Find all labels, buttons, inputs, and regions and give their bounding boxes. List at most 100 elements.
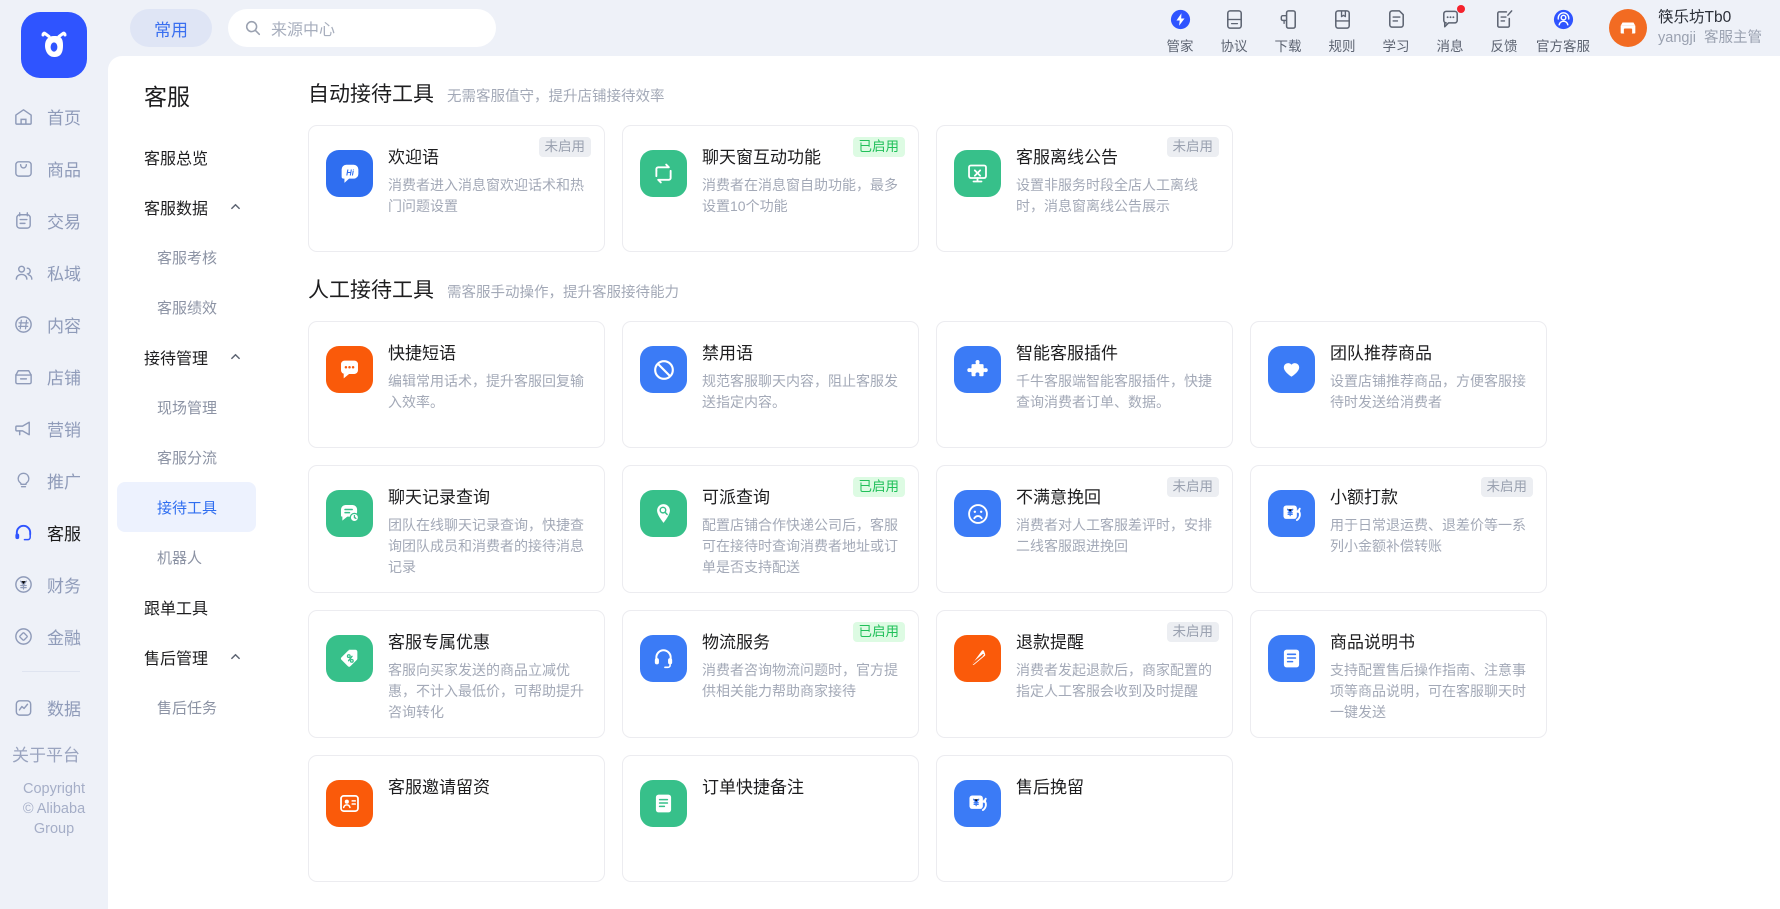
card-title: 客服邀请留资	[388, 778, 490, 797]
card-body: 聊天窗互动功能 消费者在消息窗自助功能，最多设置10个功能	[702, 143, 901, 237]
sidebar-item-金融[interactable]: 金融	[0, 610, 108, 662]
subnav-item-label: 跟单工具	[144, 601, 209, 618]
sidebar-item-推广[interactable]: 推广	[0, 454, 108, 506]
header-tool-下载[interactable]: 下载	[1261, 2, 1315, 55]
subnav-item-机器人[interactable]: 机器人	[108, 532, 265, 582]
sidebar-item-首页[interactable]: 首页	[0, 90, 108, 142]
fund-diamond-icon	[12, 625, 34, 647]
frequent-tab-button[interactable]: 常用	[130, 9, 212, 47]
headset-icon	[12, 521, 34, 543]
tool-card-不满意挽回[interactable]: 未启用 不满意挽回 消费者对人工客服差评时，安排二线客服跟进挽回	[936, 465, 1233, 593]
tool-card-可派查询[interactable]: 已启用 可派查询 配置店铺合作快递公司后，客服可在接待时查询消费者地址或订单是否支持…	[622, 465, 919, 593]
card-title: 禁用语	[702, 344, 753, 363]
card-title: 订单快捷备注	[702, 778, 804, 797]
chevron-up-icon[interactable]	[230, 652, 241, 663]
sidebar-item-客服[interactable]: 客服	[0, 506, 108, 558]
card-title: 客服专属优惠	[388, 633, 490, 652]
card-title: 聊天记录查询	[388, 488, 490, 507]
sidebar-item-label: 商品	[47, 160, 81, 180]
card-body: 小额打款 用于日常退运费、退差价等一系列小金额补偿转账	[1330, 483, 1529, 578]
tool-card-商品说明书[interactable]: 商品说明书 支持配置售后操作指南、注意事项等商品说明，可在客服聊天时一键发送	[1250, 610, 1547, 738]
header-tool-反馈[interactable]: 反馈	[1477, 2, 1531, 55]
subnav-item-客服绩效[interactable]: 客服绩效	[108, 282, 265, 332]
sidebar-item-商品[interactable]: 商品	[0, 142, 108, 194]
subnav-item-接待管理[interactable]: 接待管理	[108, 332, 265, 382]
chevron-up-icon[interactable]	[230, 202, 241, 213]
tool-card-客服邀请留资[interactable]: 客服邀请留资	[308, 755, 605, 882]
card-body: 退款提醒 消费者发起退款后，商家配置的指定人工客服会收到及时提醒	[1016, 628, 1215, 723]
section-header: 人工接待工具 需客服手动操作，提升客服接待能力	[308, 274, 1780, 304]
subnav-item-客服考核[interactable]: 客服考核	[108, 232, 265, 282]
card-description: 消费者在消息窗自助功能，最多设置10个功能	[702, 177, 898, 214]
sidebar-item-财务[interactable]: 财务	[0, 558, 108, 610]
tool-card-客服离线公告[interactable]: 未启用 客服离线公告 设置非服务时段全店人工离线时，消息窗离线公告展示	[936, 125, 1233, 252]
chevron-up-icon[interactable]	[230, 352, 241, 363]
rules-book-icon	[1331, 8, 1354, 32]
subnav-item-label: 客服绩效	[157, 299, 218, 317]
secondary-sidebar: 客服 客服总览 客服数据 客服考核 客服绩效 接待管理 现场管理 客服分流 接待工具 机器人 跟单…	[108, 56, 265, 909]
tool-card-欢迎语[interactable]: 未启用 Hi 欢迎语 消费者进入消息窗欢迎话术和热门问题设置	[308, 125, 605, 252]
subnav-item-客服数据[interactable]: 客服数据	[108, 182, 265, 232]
top-header: 常用 来源中心 管家 协议 下载 规则 学习 消息 反馈 官方客服 筷乐坊Tb0…	[108, 0, 1780, 56]
tool-card-订单快捷备注[interactable]: 订单快捷备注	[622, 755, 919, 882]
header-tool-协议[interactable]: 协议	[1207, 2, 1261, 55]
card-title: 智能客服插件	[1016, 344, 1118, 363]
card-description: 消费者咨询物流问题时，官方提供相关能力帮助商家接待	[702, 662, 898, 699]
tool-card-禁用语[interactable]: 禁用语规范客服聊天内容，阻止客服发送指定内容。	[622, 321, 919, 448]
search-input[interactable]: 来源中心	[228, 9, 496, 47]
subnav-item-label: 现场管理	[157, 399, 218, 417]
content-hash-icon	[12, 313, 34, 335]
sidebar-item-交易[interactable]: 交易	[0, 194, 108, 246]
subnav-item-label: 客服考核	[157, 249, 218, 267]
tool-card-智能客服插件[interactable]: 智能客服插件 千牛客服端智能客服插件，快捷查询消费者订单、数据。	[936, 321, 1233, 448]
header-tool-管家[interactable]: 管家	[1153, 2, 1207, 55]
svg-text:Hi: Hi	[346, 168, 355, 177]
card-description: 规范客服聊天内容，阻止客服发送指定内容。	[702, 373, 898, 410]
header-tool-规则[interactable]: 规则	[1315, 2, 1369, 55]
card-description: 团队在线聊天记录查询，快捷查询团队成员和消费者的接待消息记录	[388, 517, 584, 575]
subnav-item-售后管理[interactable]: 售后管理	[108, 632, 265, 682]
hi-bubble-icon: Hi	[326, 150, 373, 197]
sidebar-item-营销[interactable]: 营销	[0, 402, 108, 454]
subnav-item-label: 售后管理	[144, 651, 209, 668]
ox-head-logo-icon[interactable]	[21, 12, 87, 78]
tool-card-售后挽留[interactable]: 售后挽留	[936, 755, 1233, 882]
subnav-item-现场管理[interactable]: 现场管理	[108, 382, 265, 432]
tool-card-客服专属优惠[interactable]: 客服专属优惠 客服向买家发送的商品立减优惠，不计入最低价，可帮助提升咨询转化	[308, 610, 605, 738]
sidebar-item-数据[interactable]: 数据	[0, 681, 108, 733]
tool-card-快捷短语[interactable]: 快捷短语 编辑常用话术，提升客服回复输入效率。	[308, 321, 605, 448]
secondary-nav-list: 客服总览 客服数据客服考核客服绩效接待管理现场管理客服分流 接待工具 机器人跟单工具售…	[108, 132, 265, 732]
tool-card-聊天记录查询[interactable]: 聊天记录查询团队在线聊天记录查询，快捷查询团队成员和消费者的接待消息记录	[308, 465, 605, 593]
subnav-item-客服总览[interactable]: 客服总览	[108, 132, 265, 182]
sidebar-item-店铺[interactable]: 店铺	[0, 350, 108, 402]
subnav-item-跟单工具[interactable]: 跟单工具	[108, 582, 265, 632]
tool-card-退款提醒[interactable]: 未启用 退款提醒 消费者发起退款后，商家配置的指定人工客服会收到及时提醒	[936, 610, 1233, 738]
finance-yen-icon	[12, 573, 34, 595]
tool-card-物流服务[interactable]: 已启用 物流服务 消费者咨询物流问题时，官方提供相关能力帮助商家接待	[622, 610, 919, 738]
header-tool-label: 规则	[1328, 38, 1356, 54]
header-tool-学习[interactable]: 学习	[1369, 2, 1423, 55]
subnav-item-接待工具[interactable]: 接待工具	[117, 482, 256, 532]
sidebar-item-about-platform[interactable]: 关于平台	[0, 733, 108, 773]
card-body: 客服离线公告 设置非服务时段全店人工离线时，消息窗离线公告展示	[1016, 143, 1215, 237]
sidebar-item-私域[interactable]: 私域	[0, 246, 108, 298]
header-tool-消息[interactable]: 消息	[1423, 2, 1477, 55]
profile-shop-name: 筷乐坊Tb0	[1658, 9, 1732, 27]
content-panel: 客服 客服总览 客服数据 客服考核 客服绩效 接待管理 现场管理 客服分流 接待工具 机器人 跟单…	[108, 56, 1780, 909]
header-tool-label: 协议	[1220, 38, 1248, 54]
tool-card-聊天窗互动功能[interactable]: 已启用 聊天窗互动功能 消费者在消息窗自助功能，最多设置10个功能	[622, 125, 919, 252]
tool-card-团队推荐商品[interactable]: 团队推荐商品 设置店铺推荐商品，方便客服接待时发送给消费者	[1250, 321, 1547, 448]
tool-card-小额打款[interactable]: 未启用 小额打款 用于日常退运费、退差价等一系列小金额补偿转账	[1250, 465, 1547, 593]
card-description: 用于日常退运费、退差价等一系列小金额补偿转账	[1330, 517, 1526, 554]
subnav-item-售后任务[interactable]: 售后任务	[108, 682, 265, 732]
subnav-item-客服分流[interactable]: 客服分流	[108, 432, 265, 482]
header-tool-官方客服[interactable]: 官方客服	[1531, 2, 1595, 55]
private-domain-icon	[12, 261, 34, 283]
status-badge: 已启用	[852, 477, 905, 497]
sidebar-item-内容[interactable]: 内容	[0, 298, 108, 350]
sidebar-item-label: 数据	[47, 699, 81, 719]
copyright-line-1: Copyright	[22, 781, 86, 797]
section-subtitle: 无需客服值守，提升店铺接待效率	[447, 89, 665, 105]
user-profile[interactable]: 筷乐坊Tb0 yangji 客服主管	[1609, 8, 1762, 48]
forbidden-icon	[640, 346, 687, 393]
